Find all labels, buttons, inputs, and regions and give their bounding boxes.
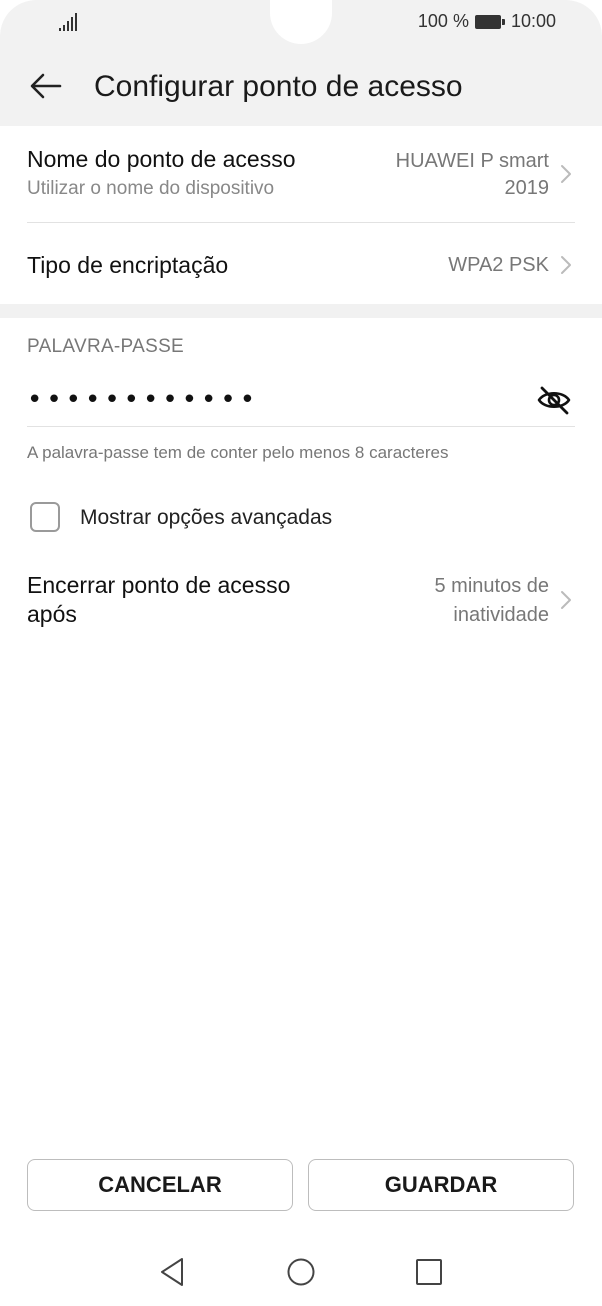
password-section-header: PALAVRA-PASSE — [27, 336, 185, 357]
clock: 10:00 — [510, 11, 556, 31]
auto-off-row[interactable]: Encerrar ponto de acesso após 5 minutos … — [27, 571, 575, 631]
circle-home-icon[interactable] — [286, 1256, 316, 1288]
password-underline — [27, 426, 575, 427]
cancel-button[interactable]: CANCELAR — [27, 1159, 293, 1211]
hotspot-name-row[interactable]: Nome do ponto de acesso Utilizar o nome … — [27, 144, 575, 216]
status-right: 100 % 10:00 — [418, 11, 556, 32]
triangle-back-icon[interactable] — [158, 1256, 188, 1288]
phone-screen: 100 % 10:00 Configurar ponto de acesso N… — [0, 0, 602, 1306]
hotspot-name-value: HUAWEI P smart 2019 — [396, 148, 549, 202]
password-input[interactable] — [27, 380, 527, 420]
camera-notch — [270, 0, 332, 44]
hotspot-name-value-line2: 2019 — [504, 177, 550, 199]
advanced-options-checkbox[interactable] — [30, 502, 60, 532]
divider — [27, 222, 575, 223]
chevron-right-icon — [561, 165, 571, 183]
auto-off-value: 5 minutos de inatividade — [434, 572, 549, 630]
header-area: 100 % 10:00 Configurar ponto de acesso — [0, 0, 602, 126]
encryption-type-value: WPA2 PSK — [448, 254, 549, 276]
password-hint: A palavra-passe tem de conter pelo menos… — [27, 443, 449, 462]
eye-slash-icon[interactable] — [536, 384, 572, 416]
advanced-options-label[interactable]: Mostrar opções avançadas — [80, 506, 332, 530]
auto-off-value-line1: 5 minutos de — [434, 575, 549, 597]
arrow-left-icon[interactable] — [28, 68, 64, 104]
chevron-right-icon — [561, 591, 571, 609]
save-button[interactable]: GUARDAR — [308, 1159, 574, 1211]
page-title: Configurar ponto de acesso — [94, 70, 463, 103]
chevron-right-icon — [561, 256, 571, 274]
square-recents-icon[interactable] — [414, 1256, 444, 1288]
battery-full-icon — [474, 14, 505, 29]
signal-bars-icon — [59, 13, 77, 31]
auto-off-value-line2: inatividade — [453, 604, 549, 626]
hotspot-name-value-line1: HUAWEI P smart — [395, 150, 549, 172]
encryption-type-row[interactable]: Tipo de encriptação WPA2 PSK — [27, 250, 575, 282]
battery-percent: 100 % — [417, 11, 469, 31]
section-separator — [0, 304, 602, 318]
